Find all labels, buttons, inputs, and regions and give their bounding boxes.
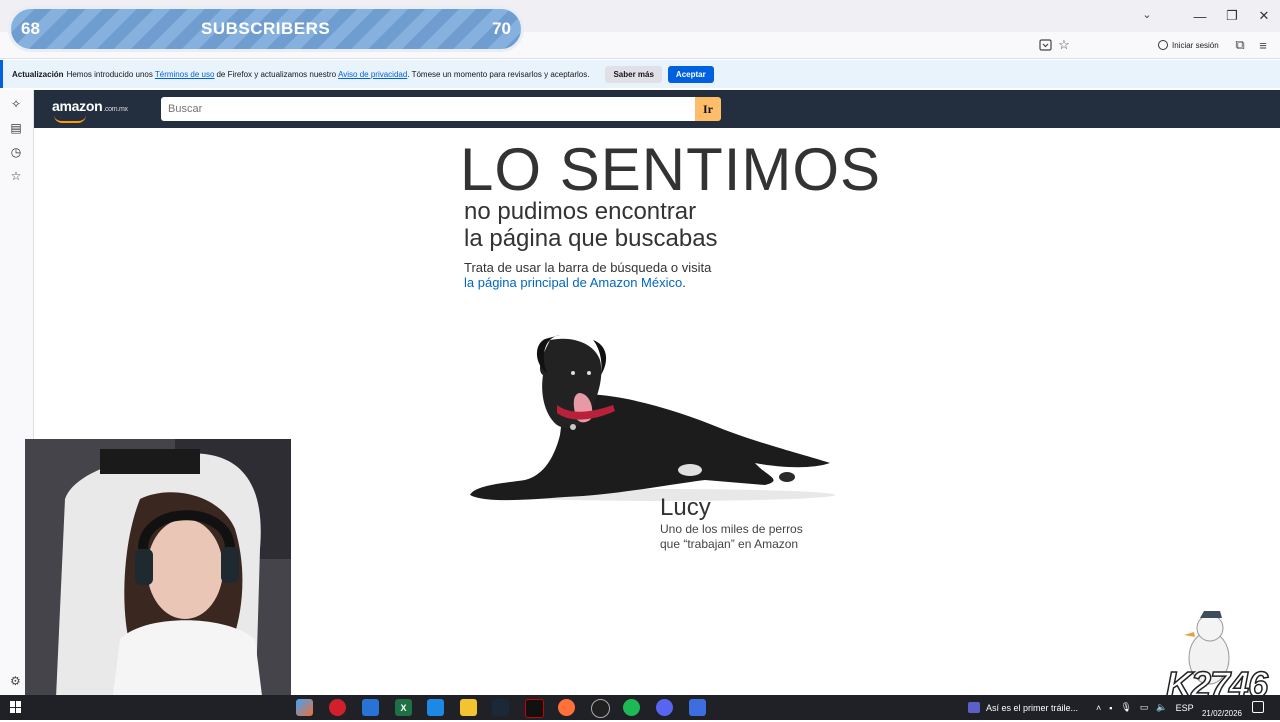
discord-app-icon[interactable] xyxy=(656,699,673,716)
menu-icon[interactable]: ≡ xyxy=(1254,36,1272,54)
copilot-app-icon[interactable] xyxy=(296,699,313,716)
subscriber-goal: 70 xyxy=(492,19,511,38)
amazon-logo[interactable]: amazon.com.mx xyxy=(52,98,128,114)
video-icon xyxy=(968,702,980,713)
subtitle-line-1: no pudimos encontrar xyxy=(464,198,697,225)
extensions-icon[interactable]: ⧉ xyxy=(1231,36,1249,54)
dog-caption-line-2: que “trabajan” en Amazon xyxy=(660,537,799,551)
microphone-icon[interactable]: 🎙 xyxy=(1120,702,1131,713)
amazon-smile-icon xyxy=(54,115,86,123)
bookmarks-icon[interactable]: ☆ xyxy=(8,168,24,184)
system-tray: ˄ ▪ 🎙 ▭ 🔈 ESP xyxy=(1096,700,1194,715)
clock-date: 21/02/2026 xyxy=(1201,709,1242,718)
notification-prefix: Actualización xyxy=(12,69,64,79)
excel-app-icon[interactable]: X xyxy=(395,699,412,716)
ai-chatbot-icon[interactable]: ✧ xyxy=(8,96,24,112)
amazon-logo-suffix: .com.mx xyxy=(103,106,128,113)
dog-name: Lucy xyxy=(660,494,711,521)
file-explorer-icon[interactable] xyxy=(460,699,477,716)
clock[interactable]: 21/02/2026 xyxy=(1200,695,1242,722)
window-controls: — ❐ ✕ xyxy=(1184,0,1280,32)
amazon-search-input[interactable] xyxy=(161,97,696,121)
bookmark-star-icon[interactable]: ☆ xyxy=(1055,36,1073,54)
media-widget[interactable]: Así es el primer tráile... xyxy=(968,700,1078,715)
opera-app-icon[interactable] xyxy=(329,699,346,716)
subscriber-goal-overlay: 68 SUBSCRIBERS 70 xyxy=(8,6,524,52)
app-icon[interactable] xyxy=(689,699,706,716)
language-indicator[interactable]: ESP xyxy=(1176,703,1194,713)
mail-app-icon[interactable] xyxy=(427,699,444,716)
dog-caption: Uno de los miles de perros que “trabajan… xyxy=(660,522,860,552)
history-icon[interactable]: ◷ xyxy=(8,144,24,160)
notification-text-1: Hemos introducido unos xyxy=(66,69,153,79)
account-icon xyxy=(1158,40,1168,50)
notifications-icon[interactable] xyxy=(1252,701,1264,713)
sign-in-button[interactable]: Iniciar sesión xyxy=(1154,35,1223,55)
page-subtitle: no pudimos encontrar la página que busca… xyxy=(464,198,718,252)
spotify-app-icon[interactable] xyxy=(623,699,640,716)
restore-icon[interactable]: ❐ xyxy=(1216,0,1248,32)
amazon-logo-text: amazon xyxy=(52,98,103,114)
volume-icon[interactable]: 🔈 xyxy=(1156,702,1167,713)
terms-of-use-link[interactable]: Términos de uso xyxy=(155,70,215,79)
webcam-overlay xyxy=(25,439,291,720)
amazon-home-link[interactable]: la página principal de Amazon México xyxy=(464,275,682,290)
learn-more-button[interactable]: Saber más xyxy=(605,65,662,83)
home-link-line: la página principal de Amazon México. xyxy=(464,275,686,290)
sign-in-label: Iniciar sesión xyxy=(1172,40,1219,50)
synced-tabs-icon[interactable]: ▤ xyxy=(8,120,24,136)
notification-text-3: . Tómese un momento para revisarlos y ac… xyxy=(407,69,590,79)
save-to-pocket-icon[interactable] xyxy=(1036,36,1054,54)
update-notification-bar: Actualización Hemos introducido unos Tér… xyxy=(0,60,1280,88)
windows-taskbar: X Así es el primer tráile... ˄ ▪ 🎙 ▭ 🔈 E… xyxy=(0,695,1280,720)
steam-app-icon[interactable] xyxy=(492,699,509,716)
customize-sidebar-gear-icon[interactable]: ⚙ xyxy=(10,674,24,688)
tray-app-icon[interactable]: ▪ xyxy=(1109,703,1112,713)
minimize-icon[interactable]: — xyxy=(1184,0,1216,32)
close-icon[interactable]: ✕ xyxy=(1248,0,1280,32)
media-title: Así es el primer tráile... xyxy=(986,702,1079,713)
tray-expand-icon[interactable]: ˄ xyxy=(1096,703,1101,713)
accept-button[interactable]: Aceptar xyxy=(667,65,714,83)
subtitle-line-2: la página que buscabas xyxy=(464,225,718,252)
webcam-image xyxy=(25,439,291,720)
dog-caption-line-1: Uno de los miles de perros xyxy=(660,522,803,536)
home-link-period: . xyxy=(682,275,686,290)
firefox-app-icon[interactable] xyxy=(558,699,575,716)
list-all-tabs-icon[interactable]: ⌄ xyxy=(1138,6,1156,24)
obs-app-icon[interactable] xyxy=(591,699,610,718)
page-title: LO SENTIMOS xyxy=(460,136,882,203)
subscriber-label: SUBSCRIBERS xyxy=(201,19,331,38)
amazon-search-button[interactable]: Ir xyxy=(695,97,721,121)
network-icon[interactable]: ▭ xyxy=(1140,702,1149,713)
microsoft-store-icon[interactable] xyxy=(362,699,379,716)
notification-text-2: de Firefox y actualizamos nuestro xyxy=(216,69,337,79)
game-app-icon[interactable] xyxy=(525,699,544,718)
windows-start-icon[interactable] xyxy=(10,701,22,713)
search-hint: Trata de usar la barra de búsqueda o vis… xyxy=(464,260,712,275)
subscriber-count-current: 68 xyxy=(21,19,40,38)
dog-image xyxy=(470,335,835,501)
amazon-header: amazon.com.mx Ir xyxy=(34,90,1280,128)
privacy-notice-link[interactable]: Aviso de privacidad xyxy=(338,70,407,79)
